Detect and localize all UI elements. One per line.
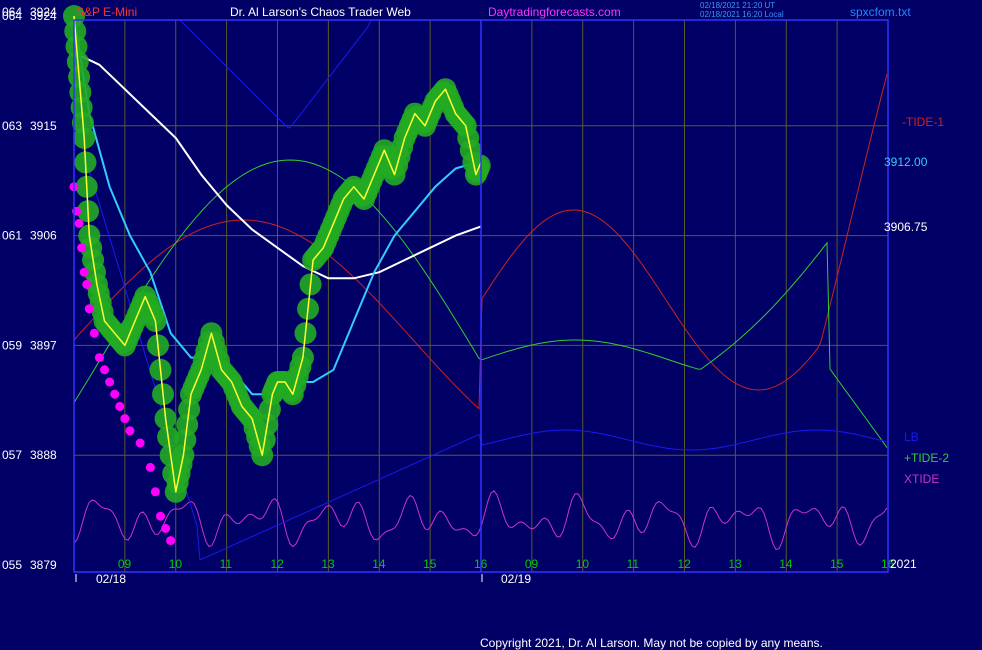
y-tick-code: 057 (2, 448, 22, 462)
date-day2: 02/19 (501, 572, 531, 586)
x-tick-day2: 10 (576, 557, 590, 571)
x-tick-day2: 15 (830, 557, 844, 571)
y-tick-price: 3915 (30, 119, 57, 133)
x-tick-day1: 15 (423, 557, 437, 571)
forecast-dot (74, 218, 84, 228)
price-label-cyan: 3912.00 (884, 155, 928, 169)
x-tick-day1: 13 (321, 557, 335, 571)
forecast-dot (100, 365, 110, 375)
x-tick-day2: 11 (627, 557, 640, 571)
legend-xtide: XTIDE (904, 472, 939, 486)
header-stamp-local: 02/18/2021 16:20 Local (700, 10, 784, 19)
header-title: Dr. Al Larson's Chaos Trader Web (230, 5, 411, 19)
forecast-dot (84, 304, 94, 314)
header-symbol: S&P E-Mini (76, 5, 137, 19)
x-tick-day2: 09 (525, 557, 539, 571)
header-left-price: 3924 (30, 5, 57, 19)
forecast-dot (105, 377, 115, 387)
y-tick-code: 059 (2, 338, 22, 352)
x-tick-day1: 11 (220, 557, 233, 571)
forecast-dot (166, 536, 176, 546)
date-day1: 02/18 (96, 572, 126, 586)
y-tick-code: 063 (2, 119, 22, 133)
header-site: Daytradingforecasts.com (488, 5, 621, 19)
y-tick-price: 3897 (30, 338, 57, 352)
legend-lb: LB (904, 430, 919, 444)
x-tick-day1: 12 (271, 557, 285, 571)
legend-tide1: -TIDE-1 (902, 115, 944, 129)
forecast-dot (77, 243, 87, 253)
forecast-dot (82, 279, 92, 289)
x-tick-day2: 14 (779, 557, 793, 571)
x-tick-day1: 14 (372, 557, 386, 571)
x-tick-day2: 13 (728, 557, 742, 571)
forecast-dot (79, 267, 89, 277)
legend-tide2: +TIDE-2 (904, 451, 949, 465)
forecast-dot (94, 353, 104, 363)
y-tick-price: 3906 (30, 229, 57, 243)
forecast-dot (135, 438, 145, 448)
forecast-dot (150, 487, 160, 497)
forecast-dot (155, 511, 165, 521)
forecast-dot (89, 328, 99, 338)
copyright-text: Copyright 2021, Dr. Al Larson. May not b… (480, 636, 823, 650)
price-label-white: 3906.75 (884, 220, 928, 234)
y-tick-code: 055 (2, 558, 22, 572)
x-tick-day1: 09 (118, 557, 132, 571)
forecast-dot (110, 389, 120, 399)
y-tick-price: 3888 (30, 448, 57, 462)
y-tick-price: 3879 (30, 558, 57, 572)
header-stamp-ut: 02/18/2021 21:20 UT (700, 1, 775, 10)
year-label: 2021 (890, 557, 917, 571)
header-left-number: 064 (2, 5, 22, 19)
x-tick-day1: 10 (169, 557, 183, 571)
x-tick-day2: 12 (678, 557, 692, 571)
forecast-dot (125, 426, 135, 436)
chaos-chart: 064 3924 063 3915 061 3906 059 3897 057 3888 055 38… (0, 0, 982, 650)
forecast-dot (145, 462, 155, 472)
y-tick-code: 061 (2, 229, 22, 243)
forecast-dot (161, 523, 171, 533)
header-filename: spxcfom.txt (850, 5, 911, 19)
forecast-dot (120, 414, 130, 424)
forecast-dot (115, 401, 125, 411)
